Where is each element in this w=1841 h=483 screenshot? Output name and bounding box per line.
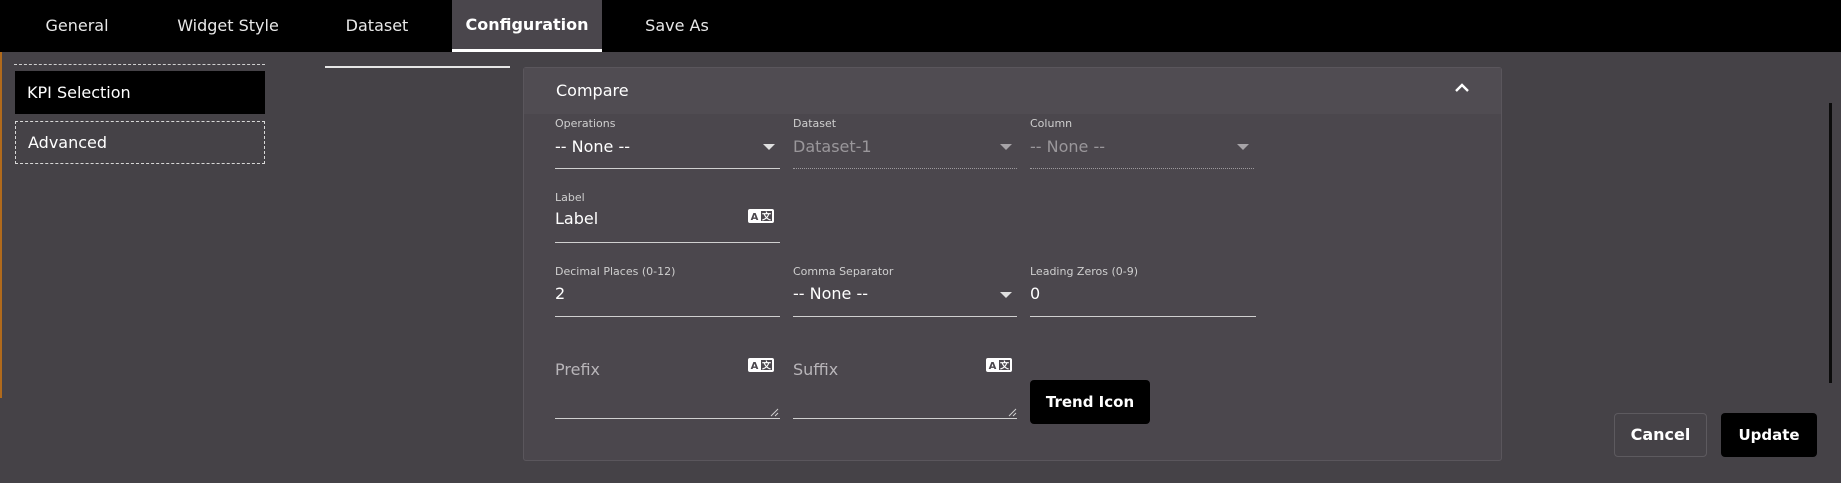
prefix-input[interactable]: Prefix: [555, 360, 600, 379]
tab-dataset[interactable]: Dataset: [334, 0, 420, 52]
tab-widget-style[interactable]: Widget Style: [170, 0, 286, 52]
decimal-places-label: Decimal Places (0-12): [555, 265, 676, 278]
dropdown-caret-icon: [763, 144, 775, 150]
comma-separator-label: Comma Separator: [793, 265, 894, 278]
update-button[interactable]: Update: [1721, 413, 1817, 457]
svg-text:A: A: [751, 361, 759, 372]
dropdown-caret-icon: [1237, 144, 1249, 150]
svg-text:文: 文: [761, 211, 772, 223]
compare-panel-header[interactable]: Compare: [524, 68, 1501, 114]
operations-underline: [555, 168, 780, 169]
operations-select[interactable]: -- None --: [555, 137, 630, 156]
left-panel-divider: [14, 64, 265, 65]
prefix-underline: [555, 418, 780, 419]
svg-text:A: A: [751, 212, 759, 223]
resize-handle-icon[interactable]: [770, 408, 779, 417]
dropdown-caret-icon: [1000, 144, 1012, 150]
scrollbar[interactable]: [1829, 103, 1832, 383]
dataset-label: Dataset: [793, 117, 837, 130]
column-underline: [1030, 168, 1254, 169]
comma-separator-underline: [793, 316, 1017, 317]
compare-panel-title: Compare: [556, 81, 629, 100]
comma-separator-select[interactable]: -- None --: [793, 284, 868, 303]
decimal-places-input[interactable]: 2: [555, 284, 565, 303]
label-input[interactable]: Label: [555, 209, 598, 228]
label-field-label: Label: [555, 191, 585, 204]
label-underline: [555, 242, 780, 243]
resize-handle-icon[interactable]: [1008, 408, 1017, 417]
column-label: Column: [1030, 117, 1073, 130]
sidebar-item-advanced[interactable]: Advanced: [15, 121, 265, 164]
leading-zeros-input[interactable]: 0: [1030, 284, 1040, 303]
translate-icon[interactable]: A 文: [748, 209, 774, 223]
svg-text:文: 文: [761, 360, 772, 372]
sidebar-item-kpi-selection[interactable]: KPI Selection: [15, 71, 265, 114]
chevron-up-icon[interactable]: [1453, 80, 1471, 94]
tab-general[interactable]: General: [24, 0, 130, 52]
operations-label: Operations: [555, 117, 616, 130]
decimal-places-underline: [555, 316, 780, 317]
tab-bar: General Widget Style Dataset Configurati…: [0, 0, 1841, 52]
dataset-underline: [793, 168, 1017, 169]
compare-panel: Compare Operations -- None -- Dataset Da…: [523, 67, 1502, 461]
dropdown-caret-icon: [1000, 292, 1012, 298]
tab-configuration[interactable]: Configuration: [452, 0, 602, 52]
translate-icon[interactable]: A 文: [748, 358, 774, 372]
trend-icon-button[interactable]: Trend Icon: [1030, 380, 1150, 424]
suffix-input[interactable]: Suffix: [793, 360, 838, 379]
left-accent-strip: [0, 52, 2, 398]
suffix-underline: [793, 418, 1017, 419]
translate-icon[interactable]: A 文: [986, 358, 1012, 372]
dataset-select[interactable]: Dataset-1: [793, 137, 872, 156]
leading-zeros-label: Leading Zeros (0-9): [1030, 265, 1139, 278]
cancel-button[interactable]: Cancel: [1614, 413, 1707, 457]
svg-text:文: 文: [999, 360, 1010, 372]
tab-save-as[interactable]: Save As: [636, 0, 718, 52]
leading-zeros-underline: [1030, 316, 1256, 317]
divider-line: [325, 66, 510, 68]
column-select[interactable]: -- None --: [1030, 137, 1105, 156]
svg-text:A: A: [989, 361, 997, 372]
